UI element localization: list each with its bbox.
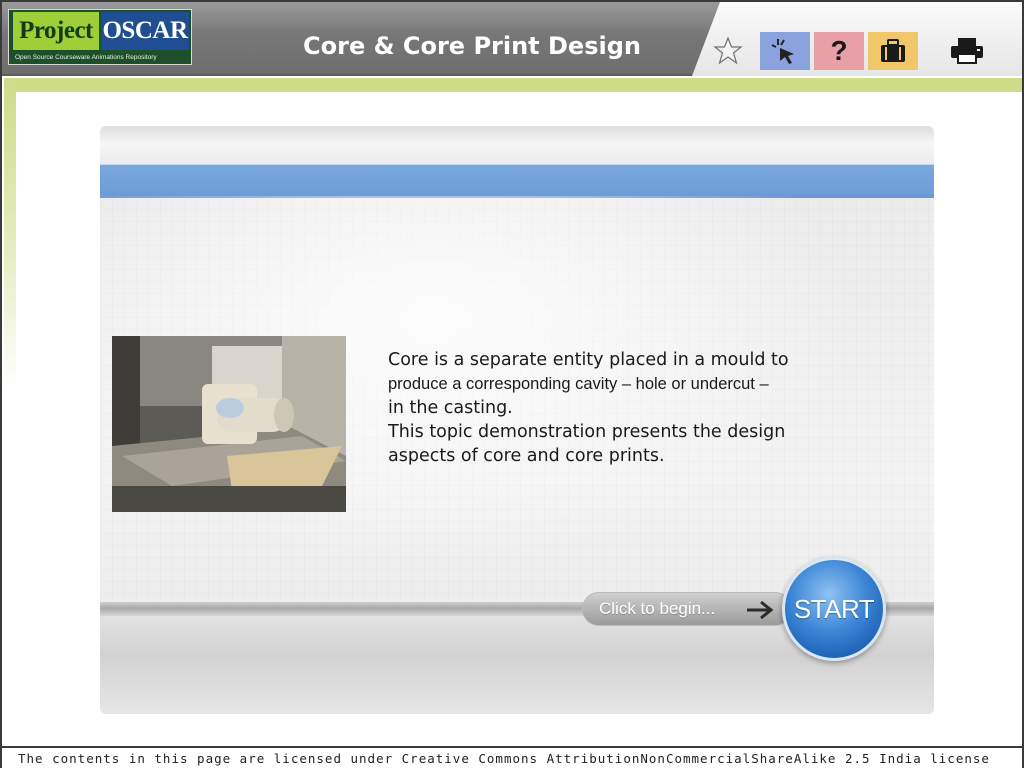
green-band — [4, 78, 1022, 92]
help-icon: ? — [830, 35, 848, 66]
content-panel: Core is a separate entity placed in a mo… — [100, 126, 934, 714]
license-footer: The contents in this page are licensed u… — [2, 746, 1022, 768]
click-to-begin-label: Click to begin... — [599, 599, 716, 618]
logo-word-oscar: OSCAR — [101, 12, 189, 50]
printer-icon — [951, 38, 983, 64]
core-photo — [112, 336, 346, 512]
arrow-right-icon — [747, 600, 774, 620]
intro-line: This topic demonstration presents the de… — [388, 422, 786, 442]
project-oscar-logo: Project OSCAR Open Source Courseware Ani… — [8, 9, 192, 65]
intro-line: Core is a separate entity placed in a mo… — [388, 350, 789, 370]
briefcase-icon — [881, 39, 905, 62]
click-to-begin-pill[interactable]: Click to begin... — [582, 592, 792, 626]
green-side-band — [4, 78, 16, 768]
page-title: Core & Core Print Design — [303, 32, 641, 60]
header-bar: Project OSCAR Open Source Courseware Ani… — [2, 2, 1022, 76]
star-icon — [713, 36, 743, 65]
logo-tagline: Open Source Courseware Animations Reposi… — [15, 54, 157, 61]
logo-word-project: Project — [13, 12, 99, 50]
intro-line: in the casting. — [388, 398, 513, 418]
start-button[interactable]: START — [782, 557, 886, 661]
briefcase-button[interactable] — [868, 32, 918, 70]
intro-line: produce a corresponding cavity – hole or… — [388, 375, 769, 393]
app-frame: Project OSCAR Open Source Courseware Ani… — [0, 0, 1024, 768]
interactive-pointer-button[interactable] — [760, 32, 810, 70]
blue-header-strip — [100, 164, 934, 198]
intro-line: aspects of core and core prints. — [388, 446, 665, 466]
star-button[interactable] — [702, 32, 754, 70]
print-button[interactable] — [942, 32, 992, 70]
license-text: The contents in this page are licensed u… — [18, 751, 990, 766]
intro-text: Core is a separate entity placed in a mo… — [388, 348, 858, 468]
help-button[interactable]: ? — [814, 32, 864, 70]
pointer-icon — [771, 39, 794, 64]
